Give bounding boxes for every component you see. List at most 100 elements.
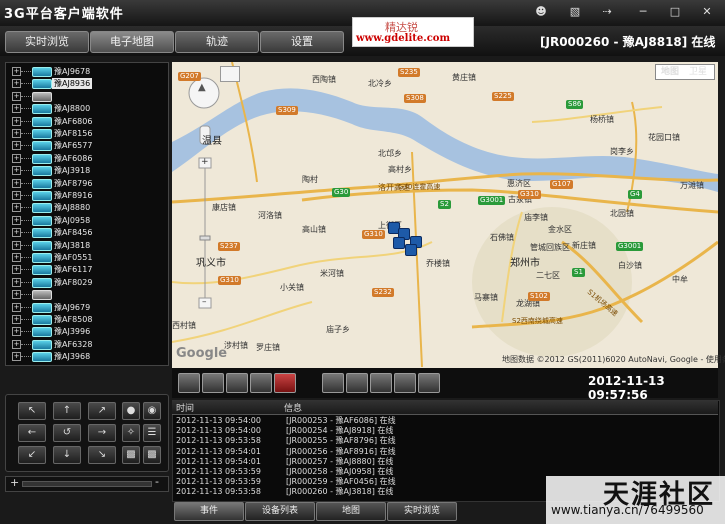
expand-icon[interactable]: + <box>12 240 21 250</box>
map-view[interactable]: ▲ + – 温县 巩义市 郑州市 上街区 惠济区 金水区 二七区 管城回族区 中… <box>172 62 718 368</box>
slider-minus[interactable]: - <box>155 475 159 488</box>
preset-icon[interactable]: ▩ <box>143 446 161 464</box>
ptz-down-left-icon[interactable]: ↙ <box>18 446 46 464</box>
tree-item[interactable]: + <box>6 289 166 301</box>
expand-icon[interactable]: + <box>12 339 21 349</box>
tree-item[interactable]: + 豫AF8456 <box>6 227 166 239</box>
map-pegman-icon[interactable] <box>220 66 240 82</box>
focus-near-icon[interactable]: ● <box>122 402 140 420</box>
tab-events[interactable]: 事件 <box>174 502 244 521</box>
tree-item[interactable]: + 豫AF8796 <box>6 178 166 189</box>
map-credit[interactable]: 地图数据 ©2012 GS(2011)6020 AutoNavi, Google… <box>502 354 725 365</box>
ptz-down-icon[interactable]: ↓ <box>53 446 81 464</box>
expand-icon[interactable]: + <box>12 327 21 337</box>
expand-icon[interactable]: + <box>12 265 21 275</box>
ptz-right-icon[interactable]: → <box>88 424 116 442</box>
tree-item[interactable]: + 豫AF6117 <box>6 264 166 276</box>
log-row[interactable]: 2012-11-13 09:53:59 [JR000259 - 豫AF0456] … <box>176 477 476 487</box>
tree-item[interactable]: + 豫AJ3968 <box>6 351 166 363</box>
iris-icon[interactable]: ✧ <box>122 424 140 442</box>
expand-icon[interactable]: + <box>12 290 21 300</box>
tab-realtime[interactable]: 实时浏览 <box>387 502 457 521</box>
expand-icon[interactable]: + <box>12 315 21 324</box>
log-row[interactable]: 2012-11-13 09:54:01 [JR000256 - 豫AF8916] … <box>176 447 476 457</box>
ptz-reset-icon[interactable]: ↺ <box>53 424 81 442</box>
log-row[interactable]: 2012-11-13 09:54:00 [JR000254 - 豫AJ8918] … <box>176 426 476 436</box>
ptz-up-icon[interactable]: ↑ <box>53 402 81 420</box>
expand-icon[interactable]: + <box>12 104 21 114</box>
layout-9-icon[interactable] <box>226 373 248 393</box>
expand-icon[interactable]: + <box>12 153 21 163</box>
tree-item[interactable]: + 豫AF8916 <box>6 190 166 201</box>
log-row[interactable]: 2012-11-13 09:53:58 [JR000255 - 豫AF8796] … <box>176 436 476 446</box>
slider-track[interactable] <box>22 481 152 487</box>
expand-icon[interactable]: + <box>12 79 21 89</box>
log-row[interactable]: 2012-11-13 09:53:58 [JR000260 - 豫AJ3818] … <box>176 487 476 497</box>
vehicle-marker-icon[interactable] <box>393 237 405 249</box>
close-icon[interactable]: ✕ <box>698 4 716 20</box>
log-row[interactable]: 2012-11-13 09:54:00 [JR000253 - 豫AF6086] … <box>176 416 476 426</box>
map-type-satellite[interactable]: 卫星 <box>684 65 712 79</box>
map-type-toggle[interactable]: 地图 卫星 <box>655 64 715 80</box>
tab-track[interactable]: 轨迹 <box>175 31 259 53</box>
audio-icon[interactable] <box>418 373 440 393</box>
tree-item[interactable]: + 豫AF6806 <box>6 116 166 127</box>
expand-icon[interactable]: + <box>12 253 21 262</box>
ptz-up-left-icon[interactable]: ↖ <box>18 402 46 420</box>
maximize-icon[interactable]: □ <box>666 4 684 20</box>
focus-far-icon[interactable]: ◉ <box>143 402 161 420</box>
expand-icon[interactable]: + <box>12 91 21 101</box>
expand-icon[interactable]: + <box>12 141 21 151</box>
tree-item[interactable]: + 豫AF6328 <box>6 339 166 350</box>
tab-map[interactable]: 地图 <box>316 502 386 521</box>
home-icon[interactable] <box>322 373 344 393</box>
device-tree[interactable]: + 豫AJ9678 + 豫AJ8936 + + 豫AJ8800 + 豫AF6806 + 豫AF815… <box>5 62 169 366</box>
tree-item[interactable]: + 豫AJ8880 <box>6 202 166 214</box>
layout-16-icon[interactable] <box>250 373 272 393</box>
expand-icon[interactable]: + <box>12 203 21 213</box>
expand-icon[interactable]: + <box>12 116 21 126</box>
lock-icon[interactable]: ▧ <box>566 4 584 20</box>
tree-item[interactable]: + 豫AJ8936 <box>6 78 166 90</box>
vehicle-marker-icon[interactable] <box>405 244 417 256</box>
expand-icon[interactable]: + <box>12 129 21 138</box>
tree-item[interactable]: + 豫AF6086 <box>6 153 166 164</box>
zoom-out-icon[interactable]: – <box>202 297 207 307</box>
expand-icon[interactable]: + <box>12 191 21 200</box>
log-row[interactable]: 2012-11-13 09:53:59 [JR000258 - 豫AJ0958] … <box>176 467 476 477</box>
layout-4-icon[interactable] <box>202 373 224 393</box>
playback-icon[interactable] <box>370 373 392 393</box>
expand-icon[interactable]: + <box>12 215 21 225</box>
tree-item[interactable]: + 豫AF8156 <box>6 128 166 139</box>
tree-item[interactable]: + 豫AJ3996 <box>6 326 166 338</box>
wiper-icon[interactable]: ▩ <box>122 446 140 464</box>
expand-icon[interactable]: + <box>12 352 21 362</box>
tree-item[interactable]: + 豫AJ8800 <box>6 103 166 115</box>
tab-settings[interactable]: 设置 <box>260 31 344 53</box>
expand-icon[interactable]: + <box>12 277 21 287</box>
light-icon[interactable]: ☰ <box>143 424 161 442</box>
tree-item[interactable]: + 豫AF6577 <box>6 140 166 152</box>
expand-icon[interactable]: + <box>12 178 21 188</box>
ptz-down-right-icon[interactable]: ↘ <box>88 446 116 464</box>
tab-live-view[interactable]: 实时浏览 <box>5 31 89 53</box>
pan-control-icon[interactable]: ▲ <box>198 82 206 93</box>
tree-item[interactable]: + 豫AJ3918 <box>6 165 166 177</box>
ptz-up-right-icon[interactable]: ↗ <box>88 402 116 420</box>
stop-all-icon[interactable] <box>274 373 296 393</box>
log-col-time[interactable]: 时间 <box>176 401 194 414</box>
tree-item[interactable]: + 豫AF8508 <box>6 314 166 325</box>
tab-e-map[interactable]: 电子地图 <box>90 31 174 53</box>
tree-item[interactable]: + 豫AJ9679 <box>6 302 166 313</box>
minimize-icon[interactable]: ─ <box>634 4 652 20</box>
logout-icon[interactable]: ⇢ <box>598 4 616 20</box>
tree-item[interactable]: + 豫AJ9678 <box>6 66 166 77</box>
expand-icon[interactable]: + <box>12 166 21 176</box>
log-row[interactable]: 2012-11-13 09:54:01 [JR000257 - 豫AJ8880] … <box>176 457 476 467</box>
tree-item[interactable]: + <box>6 91 166 102</box>
record-icon[interactable] <box>394 373 416 393</box>
map-type-map[interactable]: 地图 <box>656 65 684 79</box>
tab-device-list[interactable]: 设备列表 <box>245 502 315 521</box>
tree-item[interactable]: + 豫AJ3818 <box>6 240 166 251</box>
zoom-in-icon[interactable]: + <box>201 157 209 167</box>
